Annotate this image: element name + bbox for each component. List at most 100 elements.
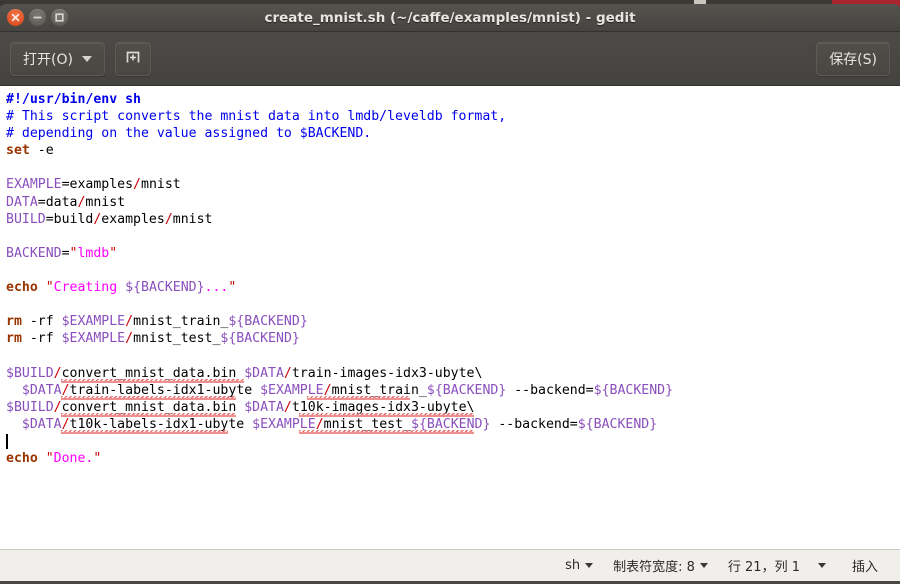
code-token: mnist	[85, 194, 126, 210]
code-token: mnist	[172, 211, 213, 227]
code-token: # depending on the value assigned to $BA…	[6, 126, 372, 142]
code-token: "	[45, 280, 54, 296]
code-token: -e	[29, 143, 54, 159]
code-token: /	[53, 399, 62, 415]
chevron-down-icon	[699, 563, 708, 568]
code-token: $BUILD	[6, 399, 54, 415]
code-token: Creating	[53, 280, 126, 296]
code-token: $DATA	[21, 416, 62, 432]
cursor-position-dropdown[interactable]	[804, 550, 842, 581]
code-line: rm -rf $EXAMPLE/mnist_test_${BACKEND}	[6, 330, 900, 347]
open-button-label: 打开(O)	[23, 51, 73, 68]
code-token: rm	[6, 314, 22, 330]
code-token: "	[228, 280, 237, 296]
spellcheck-underline	[299, 412, 474, 417]
code-token: $DATA	[21, 382, 62, 398]
new-document-icon	[124, 48, 142, 70]
chevron-down-icon	[585, 563, 594, 568]
code-token: BUILD	[6, 211, 46, 227]
code-token: $DATA	[244, 365, 284, 381]
spellcheck-underline	[61, 395, 236, 400]
code-token: --backend=	[490, 416, 578, 432]
code-token: /	[133, 177, 141, 193]
code-token: lmdb	[77, 245, 110, 261]
source-code[interactable]: #!/usr/bin/env sh # This script converts …	[2, 88, 900, 467]
language-selector[interactable]: sh	[555, 550, 603, 581]
code-token: mnist	[141, 177, 181, 193]
code-token: ...	[204, 280, 229, 296]
minimize-icon[interactable]	[29, 9, 46, 26]
code-token: $BUILD	[6, 365, 54, 381]
code-token: --backend=	[506, 382, 594, 398]
close-icon[interactable]	[7, 9, 24, 26]
code-line: # depending on the value assigned to $BA…	[6, 125, 900, 142]
code-line: #!/usr/bin/env sh	[6, 91, 900, 108]
code-line: EXAMPLE=examples/mnist	[6, 176, 900, 193]
code-line: echo "Done."	[6, 450, 900, 467]
code-token: echo	[6, 450, 38, 466]
code-token: =build	[45, 211, 94, 227]
text-cursor	[6, 434, 8, 449]
insert-mode-label: 插入	[851, 560, 878, 575]
chevron-down-icon	[81, 55, 92, 62]
code-token: DATA	[6, 194, 38, 210]
window-titlebar[interactable]: create_mnist.sh (~/caffe/examples/mnist)…	[0, 4, 900, 32]
code-line: # This script converts the mnist data in…	[6, 108, 900, 125]
code-token: examples	[101, 211, 165, 227]
spellcheck-underline	[61, 430, 228, 434]
text-editor-area[interactable]: #!/usr/bin/env sh # This script converts …	[0, 86, 900, 549]
code-token: ${BACKEND}	[577, 416, 658, 432]
code-line: DATA=data/mnist	[6, 194, 900, 211]
code-token: mnist_test_	[133, 331, 221, 347]
code-token: /	[283, 365, 292, 381]
code-line: BACKEND="lmdb"	[6, 245, 900, 262]
tab-width-label: 制表符宽度: 8	[613, 560, 695, 575]
code-token: =examples	[61, 177, 134, 193]
code-token: ${BACKEND}	[125, 280, 205, 296]
code-token: /	[164, 211, 173, 227]
window-title: create_mnist.sh (~/caffe/examples/mnist)…	[264, 10, 636, 26]
code-token: ${BACKEND}	[426, 382, 507, 398]
code-token: -rf	[21, 314, 62, 330]
spellcheck-underline	[307, 395, 411, 400]
chevron-down-icon	[817, 563, 826, 568]
code-token: ${BACKEND}	[228, 314, 308, 330]
spellcheck-underline	[61, 378, 244, 383]
code-token: $EXAMPLE	[61, 314, 126, 330]
cursor-position: 行 21，列 1	[718, 550, 804, 581]
cursor-position-label: 行 21，列 1	[727, 560, 800, 575]
code-token: $DATA	[244, 399, 284, 415]
statusbar: sh 制表符宽度: 8 行 21，列 1 插入	[0, 549, 900, 581]
save-button[interactable]: 保存(S)	[816, 41, 890, 76]
code-token: -rf	[21, 331, 62, 347]
spellcheck-underline	[61, 412, 236, 417]
code-token: ${BACKEND}	[220, 331, 300, 347]
tab-width-selector[interactable]: 制表符宽度: 8	[603, 550, 718, 581]
gedit-window: create_mnist.sh (~/caffe/examples/mnist)…	[0, 4, 900, 584]
code-token: Done.	[53, 450, 94, 466]
code-token: =	[61, 245, 70, 261]
code-token: =data	[37, 194, 78, 210]
insert-mode-indicator[interactable]: 插入	[842, 550, 888, 581]
code-token: echo	[6, 280, 38, 296]
code-token: /	[125, 314, 134, 330]
code-token: rm	[6, 331, 22, 347]
code-line: BUILD=build/examples/mnist	[6, 211, 900, 228]
open-button[interactable]: 打开(O)	[10, 41, 105, 76]
toolbar: 打开(O) 保存(S)	[0, 32, 900, 86]
language-label: sh	[565, 558, 581, 573]
maximize-icon[interactable]	[51, 9, 68, 26]
code-token: "	[45, 450, 54, 466]
new-document-button[interactable]	[114, 41, 151, 76]
code-line: set -e	[6, 142, 900, 159]
code-line: rm -rf $EXAMPLE/mnist_train_${BACKEND}	[6, 313, 900, 330]
code-token: BACKEND	[6, 245, 62, 261]
code-token: ${BACKEND}	[593, 382, 674, 398]
